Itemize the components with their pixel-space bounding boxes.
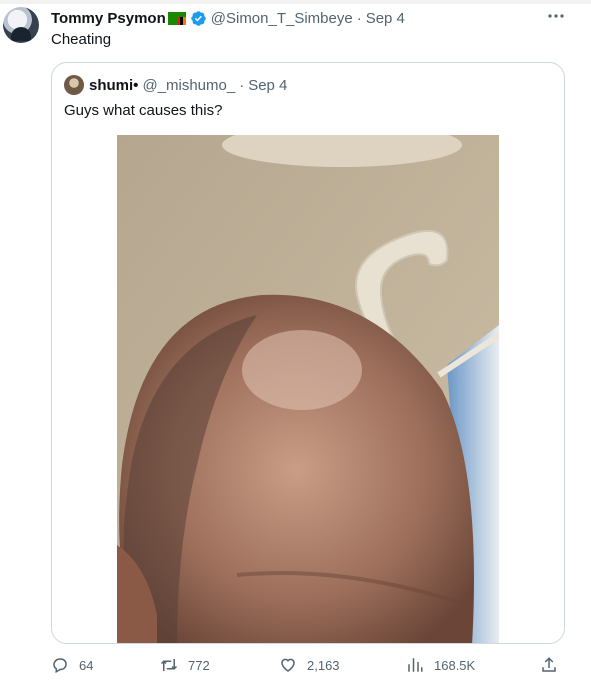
more-icon[interactable] (546, 8, 566, 24)
tweet[interactable]: Tommy Psymon @Simon_T_Simbeye · Sep 4 Ch… (0, 0, 591, 693)
like-count: 2,163 (307, 657, 340, 673)
retweet-count: 772 (188, 657, 210, 673)
tweet-date[interactable]: Sep 4 (366, 10, 405, 27)
quoted-tweet-text: Guys what causes this? (64, 102, 223, 119)
retweet-button[interactable]: 772 (160, 652, 210, 678)
view-count: 168.5K (434, 657, 476, 673)
share-button[interactable] (540, 652, 568, 678)
quoted-author-avatar (64, 75, 84, 95)
views-button[interactable]: 168.5K (406, 652, 475, 678)
verified-badge-icon[interactable] (190, 10, 207, 27)
quoted-tweet-photo[interactable] (117, 135, 499, 643)
author-avatar[interactable] (3, 7, 39, 43)
top-divider (0, 0, 591, 4)
tweet-actions: 64 772 2,163 168.5K (51, 652, 565, 678)
quoted-author-handle: @_mishumo_ (142, 76, 236, 94)
quoted-header-separator: · (239, 76, 245, 94)
heart-icon (281, 658, 295, 672)
reply-count: 64 (79, 657, 94, 673)
retweet-icon (160, 659, 178, 671)
like-button[interactable]: 2,163 (279, 652, 340, 678)
reply-button[interactable]: 64 (51, 652, 93, 678)
quoted-tweet-header: shumi• @_mishumo_ · Sep 4 (89, 75, 287, 95)
reply-icon (53, 658, 67, 674)
tweet-text: Cheating (51, 31, 112, 48)
quoted-tweet[interactable]: shumi• @_mishumo_ · Sep 4 Guys what caus… (51, 62, 565, 644)
quoted-author-name: shumi• (89, 76, 139, 94)
header-separator: · (356, 9, 362, 27)
author-name[interactable]: Tommy Psymon (51, 10, 166, 27)
tweet-header: Tommy Psymon @Simon_T_Simbeye · Sep 4 (51, 8, 405, 28)
zambia-flag-icon (167, 11, 186, 25)
author-handle[interactable]: @Simon_T_Simbeye (211, 10, 353, 27)
views-icon (408, 658, 423, 672)
quoted-tweet-date: Sep 4 (248, 76, 288, 94)
share-icon (542, 657, 556, 672)
